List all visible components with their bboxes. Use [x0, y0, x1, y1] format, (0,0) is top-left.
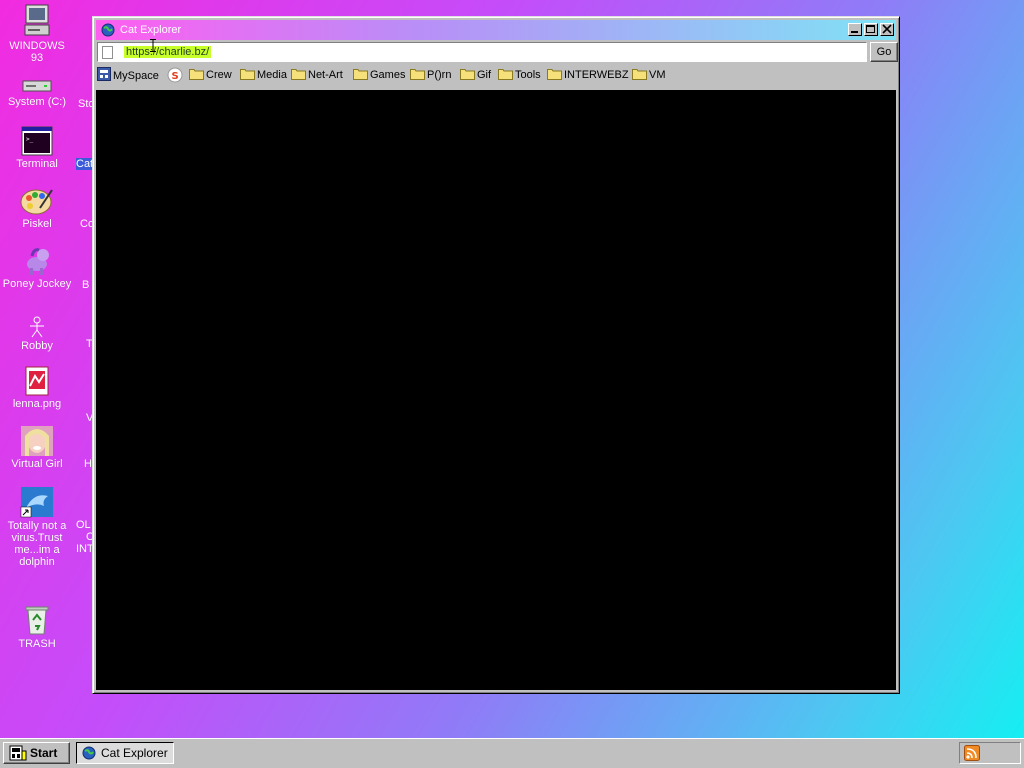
maximize-icon [866, 25, 875, 33]
image-file-icon [25, 366, 49, 396]
pony-icon [27, 248, 49, 275]
desktop-icon-label: Robby [21, 340, 53, 352]
folder-icon [410, 69, 425, 80]
globe-icon [82, 746, 96, 760]
bookmark-label: Media [257, 69, 287, 81]
desktop-icon-terminal[interactable]: >_ Terminal [2, 126, 72, 170]
bookmark-label: P()rn [427, 69, 452, 81]
s-logo-icon: S [167, 67, 183, 83]
bookmark-tools[interactable]: Tools [498, 67, 541, 83]
taskbar-item-cat-explorer[interactable]: Cat Explorer [76, 742, 174, 764]
bookmark-label: MySpace [113, 70, 159, 82]
minimize-button[interactable] [848, 23, 862, 36]
desktop-icon-label: Virtual Girl [11, 458, 63, 470]
desktop-icon-label: Terminal [16, 158, 58, 170]
bookmark-interwebz[interactable]: INTERWEBZ [547, 67, 629, 83]
browser-viewport[interactable] [96, 90, 896, 690]
bookmark-label: Tools [515, 69, 541, 81]
bookmark-label: INTERWEBZ [564, 69, 629, 81]
folder-icon [547, 69, 562, 80]
bookmark-media[interactable]: Media [240, 67, 287, 83]
bookmark-gif[interactable]: Gif [460, 67, 491, 83]
desktop-icon-label: Piskel [22, 218, 52, 230]
bookmark-s-logo[interactable]: S [167, 67, 185, 83]
url-input[interactable]: https://charlie.bz/ [124, 46, 212, 58]
desktop-icon-label: TRASH [18, 638, 56, 650]
globe-icon [101, 23, 115, 37]
face-icon [21, 426, 53, 456]
desktop-icon-trash[interactable]: TRASH [2, 604, 72, 650]
svg-text:>_: >_ [26, 136, 34, 143]
folder-icon [353, 69, 368, 80]
desktop-icon-virtual-girl[interactable]: Virtual Girl [2, 426, 72, 470]
myspace-icon [97, 67, 111, 81]
bookmark-net-art[interactable]: Net-Art [291, 67, 343, 83]
bookmark-label: VM [649, 69, 666, 81]
folder-icon [189, 69, 204, 80]
desktop-icon-robby[interactable]: Robby [2, 316, 72, 352]
minimize-icon [851, 31, 858, 33]
folder-icon [291, 69, 306, 80]
bookmark-myspace[interactable]: MySpace [97, 67, 159, 83]
address-bar[interactable]: https://charlie.bz/ [97, 42, 867, 62]
desktop-icon-poney-jockey[interactable]: Poney Jockey [2, 246, 72, 290]
close-icon [882, 24, 892, 34]
bookmark-p-rn[interactable]: P()rn [410, 67, 451, 83]
palette-icon [20, 189, 53, 215]
rss-icon[interactable] [964, 745, 980, 761]
desktop-icon-windows93[interactable]: WINDOWS 93 [2, 4, 72, 64]
bookmark-crew[interactable]: Crew [189, 67, 232, 83]
start-button[interactable]: Start [3, 742, 70, 764]
folder-icon [460, 69, 475, 80]
bookmark-label: Net-Art [308, 69, 343, 81]
go-button[interactable]: Go [870, 42, 898, 62]
stickman-icon [30, 316, 44, 338]
svg-text:S: S [172, 71, 179, 82]
drive-icon [22, 80, 52, 92]
start-label: Start [30, 746, 58, 760]
maximize-button[interactable] [864, 23, 878, 36]
desktop-icon-dolphin[interactable]: Totally not a virus.Trust me...im a dolp… [2, 486, 72, 568]
taskbar-item-label: Cat Explorer [101, 746, 168, 760]
bookmarks-bar: MySpace S Crew Media Net-Art Games P()rn… [97, 67, 897, 83]
bookmark-games[interactable]: Games [353, 67, 405, 83]
terminal-icon: >_ [21, 126, 53, 156]
desktop-icon-label: lenna.png [12, 398, 62, 410]
taskbar: Start Cat Explorer [0, 738, 1024, 768]
bookmark-label: Gif [477, 69, 492, 81]
desktop-icon-label: Poney Jockey [2, 278, 72, 290]
desktop-icon-label: System (C:) [7, 96, 67, 108]
cat-explorer-window: Cat Explorer https://charlie.bz/ Go MySp… [92, 16, 900, 694]
computer-icon [24, 4, 50, 36]
window-title: Cat Explorer [120, 24, 182, 36]
bookmark-label: Crew [206, 69, 232, 81]
desktop-icon-label: WINDOWS 93 [9, 40, 65, 64]
folder-icon [632, 69, 647, 80]
close-button[interactable] [880, 23, 894, 36]
start-logo-icon [9, 745, 27, 761]
system-tray [959, 742, 1021, 764]
text-cursor-icon [150, 39, 156, 52]
dolphin-icon [20, 487, 53, 518]
window-titlebar[interactable]: Cat Explorer [96, 20, 896, 40]
recycle-bin-icon [25, 606, 49, 635]
bookmark-label: Games [370, 69, 406, 81]
desktop-icon-lenna-png[interactable]: lenna.png [2, 366, 72, 410]
desktop-icon-system-c[interactable]: System (C:) [2, 78, 72, 108]
desktop-icon-label: Totally not a virus.Trust me...im a dolp… [7, 520, 67, 568]
page-icon [102, 46, 113, 59]
bookmark-vm[interactable]: VM [632, 67, 666, 83]
desktop-icon-piskel[interactable]: Piskel [2, 186, 72, 230]
folder-icon [240, 69, 255, 80]
folder-icon [498, 69, 513, 80]
